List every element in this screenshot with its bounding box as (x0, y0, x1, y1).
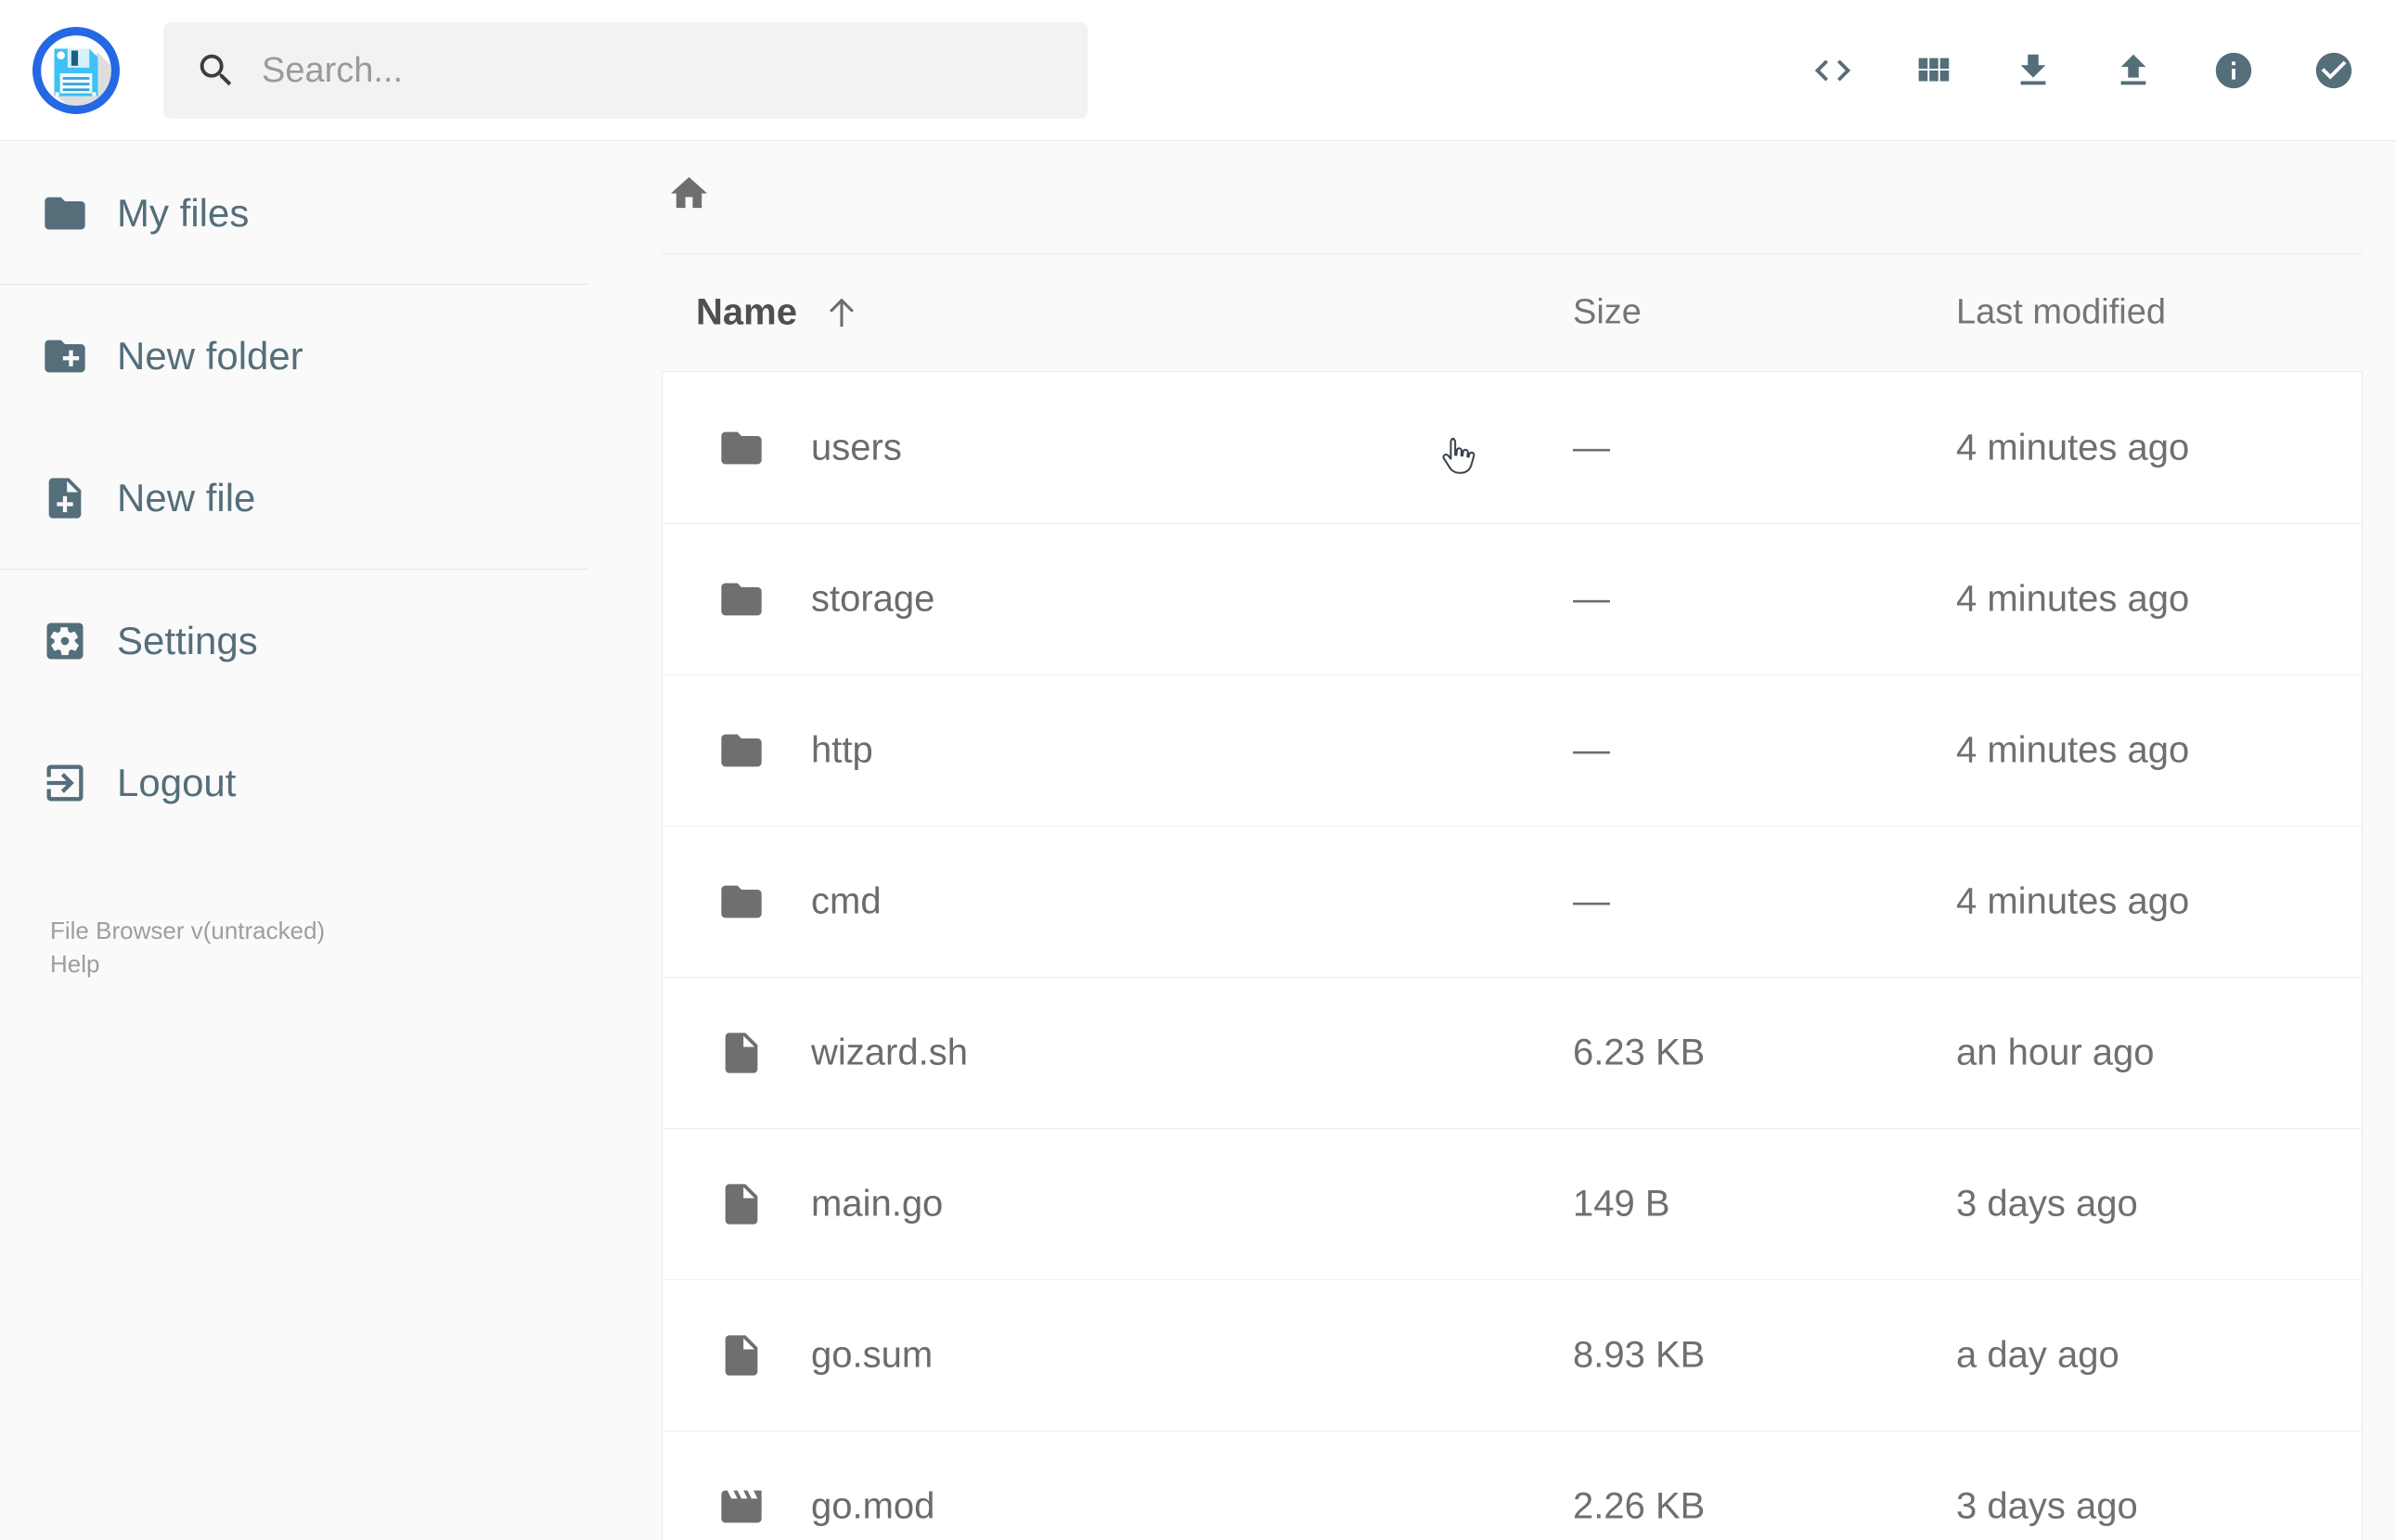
row-name: users (811, 427, 902, 468)
sidebar-item-label: Settings (117, 618, 258, 662)
table-row-go.sum[interactable]: go.sum 8.93 KB a day ago (663, 1279, 2362, 1431)
info-icon (2215, 52, 2252, 89)
table-row-cmd[interactable]: cmd — 4 minutes ago (663, 826, 2362, 977)
row-name: main.go (811, 1183, 944, 1225)
sidebar-item-new-folder[interactable]: New folder (0, 285, 588, 427)
table-row-storage[interactable]: storage — 4 minutes ago (663, 523, 2362, 674)
row-name: go.mod (811, 1485, 935, 1527)
row-name: storage (811, 578, 935, 620)
settings-icon (46, 622, 84, 659)
listing-card: users — 4 minutes ago storage — 4 minute… (662, 371, 2363, 1540)
table-row-main.go[interactable]: main.go 149 B 3 days ago (663, 1128, 2362, 1279)
new-file-icon (48, 477, 82, 519)
folder-icon (721, 885, 762, 918)
row-modified: 4 minutes ago (1956, 880, 2190, 922)
sidebar-footer: File Browser v(untracked) Help (50, 915, 325, 981)
table-row-go.mod[interactable]: go.mod 2.26 KB 3 days ago (663, 1431, 2362, 1540)
sidebar-items: My files New folder New file Settings Logout (0, 142, 588, 853)
download-button[interactable] (2012, 49, 2055, 92)
row-name: go.sum (811, 1334, 934, 1376)
column-header-modified[interactable]: Last modified (1956, 293, 2166, 333)
column-name-label: Name (696, 291, 797, 333)
table-row-http[interactable]: http — 4 minutes ago (663, 674, 2362, 826)
folder-icon (717, 575, 766, 623)
sidebar-item-label: Logout (117, 760, 237, 804)
table-row-wizard.sh[interactable]: wizard.sh 6.23 KB an hour ago (663, 977, 2362, 1128)
app-version-text: File Browser v(untracked) (50, 917, 326, 944)
file-icon (725, 1033, 758, 1073)
row-size: 149 B (1573, 1183, 1670, 1225)
folder-icon (721, 583, 762, 616)
sidebar-item-label: New file (117, 475, 256, 520)
grid-view-icon (1918, 58, 1950, 82)
row-modified: an hour ago (1956, 1032, 2155, 1073)
row-size: — (1573, 880, 1610, 922)
switch-view-button[interactable] (1912, 49, 1954, 92)
check-circle-icon (2315, 52, 2352, 89)
download-icon (2020, 54, 2046, 85)
row-size: 6.23 KB (1573, 1032, 1706, 1073)
folder-icon (721, 734, 762, 767)
listing-header: Name Size Last modified (662, 254, 2363, 371)
home-icon (670, 176, 708, 209)
header (0, 0, 2396, 141)
row-size: 2.26 KB (1573, 1485, 1706, 1527)
row-modified: 3 days ago (1956, 1485, 2138, 1527)
sidebar-item-new-file[interactable]: New file (0, 427, 588, 569)
folder-icon (717, 878, 766, 926)
row-name: cmd (811, 880, 882, 922)
select-multiple-button[interactable] (2312, 49, 2355, 92)
row-size: — (1573, 729, 1610, 771)
file-icon (725, 1335, 758, 1376)
search-bar[interactable] (163, 22, 1088, 119)
sort-arrow-up-icon (829, 298, 854, 327)
folder-icon (45, 197, 85, 229)
movie-icon (721, 1490, 762, 1523)
breadcrumb-home-button[interactable] (667, 172, 711, 215)
raw-view-button[interactable] (1811, 49, 1854, 92)
logout-icon (46, 764, 84, 801)
sidebar-item-label: My files (117, 190, 250, 235)
sidebar-item-settings[interactable]: Settings (0, 570, 588, 712)
upload-button[interactable] (2112, 49, 2155, 92)
info-button[interactable] (2212, 49, 2255, 92)
column-header-name[interactable]: Name (696, 292, 862, 334)
row-size: 8.93 KB (1573, 1334, 1706, 1376)
filebrowser-app: { "app": { "name": "File Browser" }, "he… (0, 0, 2396, 1540)
column-header-size[interactable]: Size (1573, 293, 1642, 333)
code-icon (1814, 59, 1851, 82)
sidebar-item-my-files[interactable]: My files (0, 142, 588, 284)
sidebar-item-logout[interactable]: Logout (0, 712, 588, 853)
row-size: — (1573, 578, 1610, 620)
row-modified: a day ago (1956, 1334, 2119, 1376)
row-modified: 3 days ago (1956, 1183, 2138, 1225)
row-name: wizard.sh (811, 1032, 968, 1073)
search-input[interactable] (262, 50, 1023, 91)
row-name: http (811, 729, 873, 771)
folder-icon (721, 431, 762, 464)
folder-icon (717, 424, 766, 472)
row-modified: 4 minutes ago (1956, 427, 2190, 468)
help-link[interactable]: Help (50, 948, 99, 981)
file-icon (717, 1029, 766, 1077)
sidebar-item-label: New folder (117, 333, 303, 378)
file-listing: Name Size Last modified users — 4 minute… (588, 142, 2396, 1540)
header-actions (1811, 0, 2396, 141)
row-modified: 4 minutes ago (1956, 578, 2190, 620)
app-logo[interactable] (32, 26, 121, 115)
folder-icon (717, 726, 766, 775)
upload-icon (2120, 54, 2146, 85)
movie-icon (717, 1482, 766, 1531)
row-modified: 4 minutes ago (1956, 729, 2190, 771)
file-browser-logo-icon (32, 27, 120, 114)
new-folder-icon (45, 340, 85, 372)
file-icon (725, 1184, 758, 1225)
search-icon (200, 54, 232, 86)
file-icon (717, 1331, 766, 1380)
table-row-users[interactable]: users — 4 minutes ago (663, 372, 2362, 523)
sidebar: My files New folder New file Settings Logout… (0, 142, 588, 1540)
file-icon (717, 1180, 766, 1228)
row-size: — (1573, 427, 1610, 468)
